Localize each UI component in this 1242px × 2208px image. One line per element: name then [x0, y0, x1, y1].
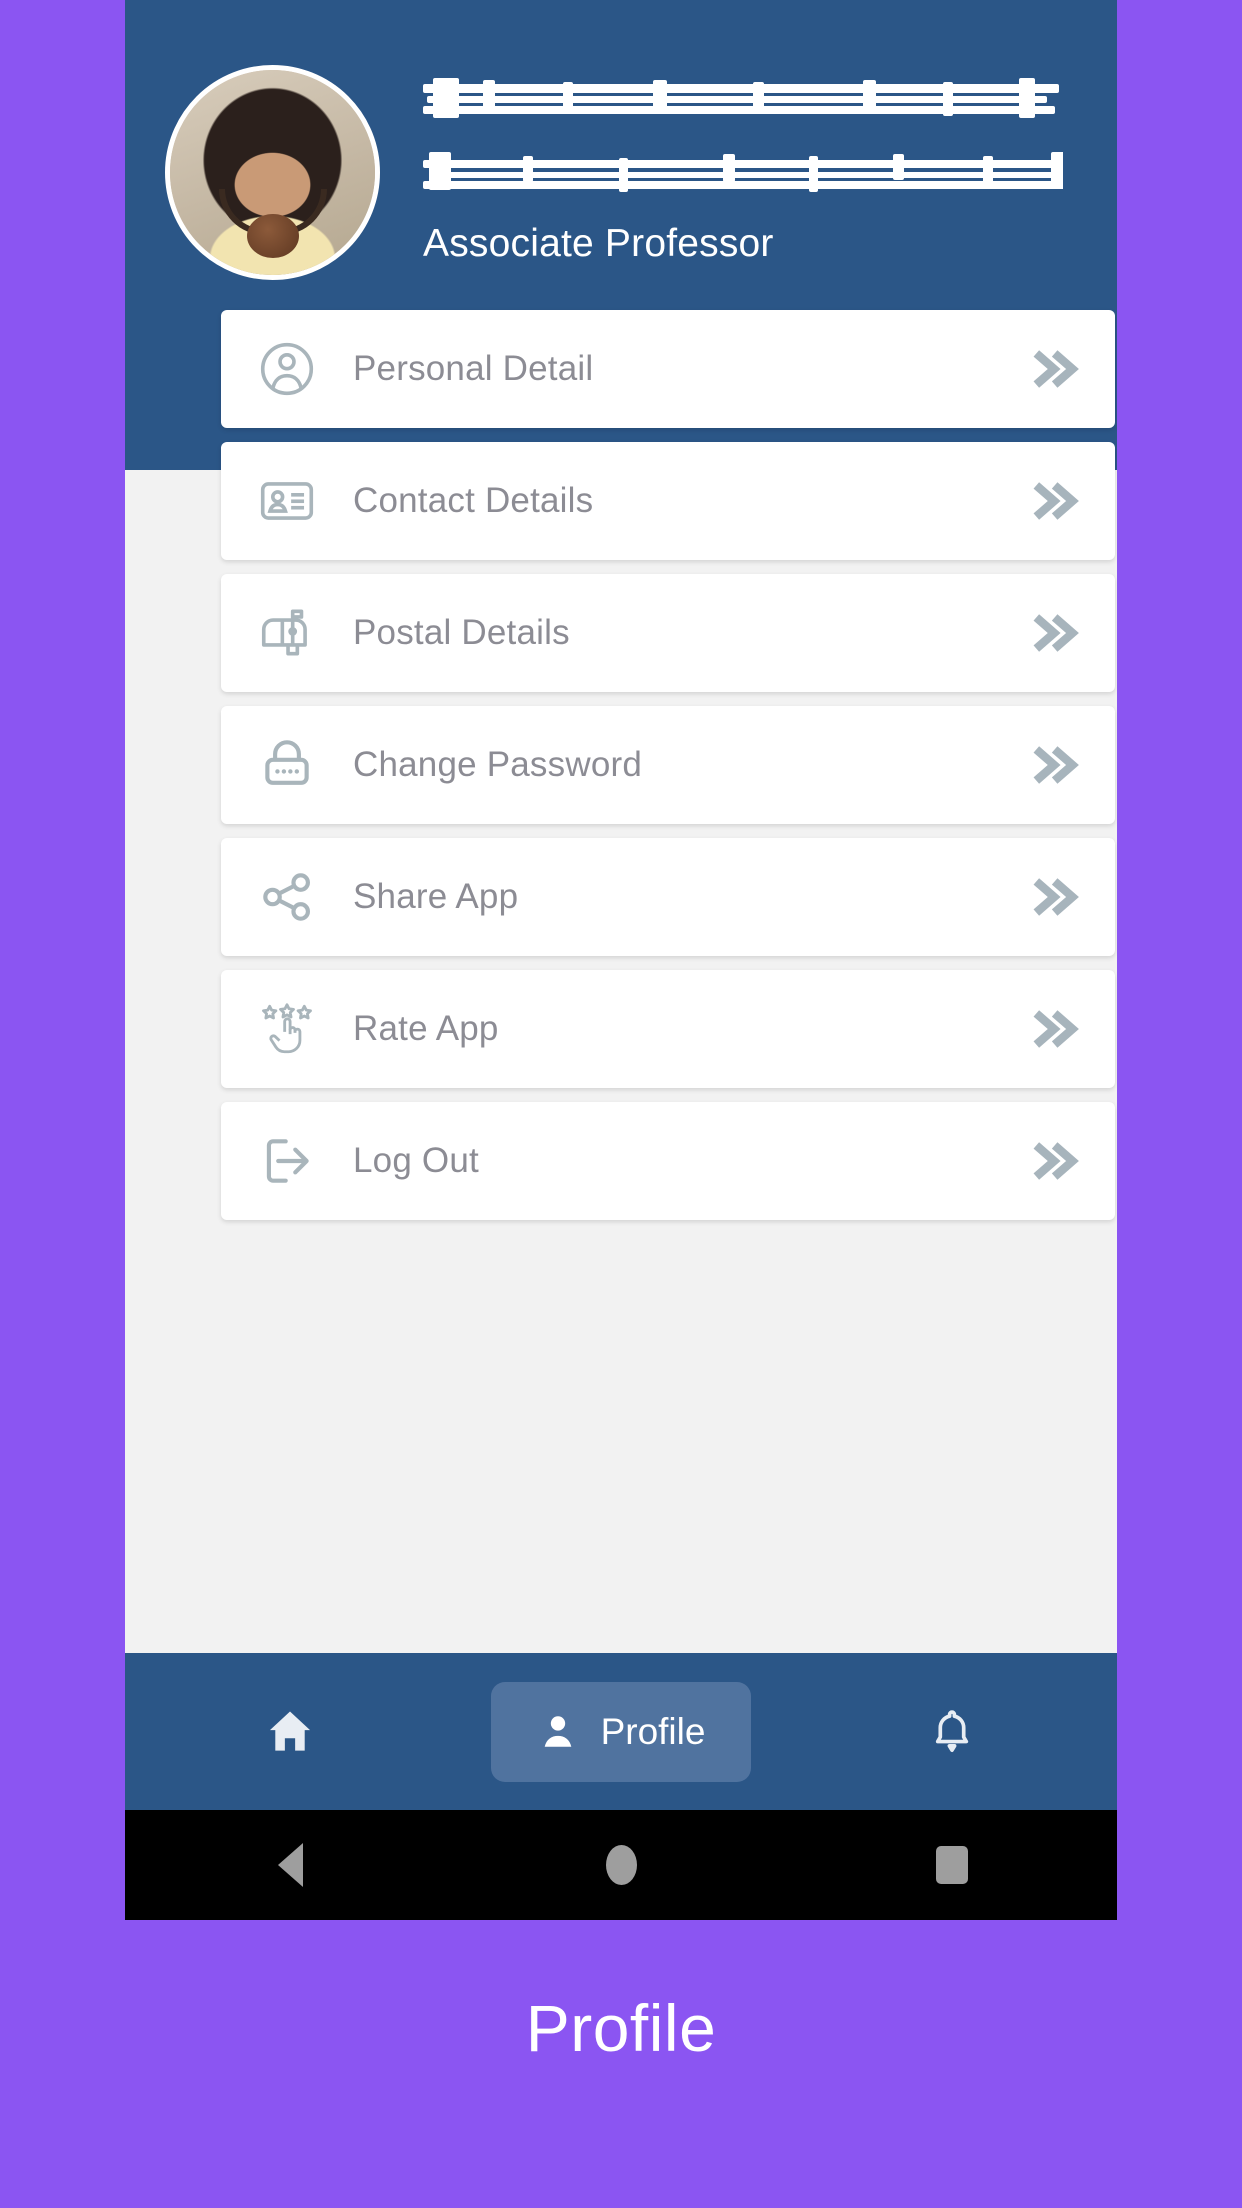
double-chevron-right-icon[interactable]	[997, 1007, 1115, 1051]
menu-item-postal-details[interactable]: Postal Details	[221, 574, 1115, 692]
menu-item-label: Share App	[353, 877, 519, 916]
screen: Associate Professor Personal Detail Cont…	[0, 0, 1242, 2208]
mailbox-icon	[221, 602, 353, 664]
double-chevron-right-icon[interactable]	[997, 347, 1115, 391]
active-tab-pill[interactable]: Profile	[490, 1681, 752, 1782]
double-chevron-right-icon[interactable]	[997, 1139, 1115, 1183]
bottom-navigation: Profile	[125, 1653, 1117, 1810]
user-role: Associate Professor	[423, 222, 774, 265]
avatar-pendant	[246, 213, 299, 258]
back-triangle-icon[interactable]	[125, 1843, 456, 1887]
person-icon	[537, 1708, 579, 1756]
menu-item-label: Change Password	[353, 745, 642, 784]
nav-item-home[interactable]	[125, 1653, 456, 1810]
settings-menu: Personal Detail Contact Details Postal D…	[125, 310, 1117, 1234]
menu-item-label: Postal Details	[353, 613, 570, 652]
menu-item-label: Log Out	[353, 1141, 479, 1180]
padlock-icon	[221, 734, 353, 796]
home-circle-icon[interactable]	[456, 1845, 787, 1885]
menu-item-rate-app[interactable]: Rate App	[221, 970, 1115, 1088]
menu-item-log-out[interactable]: Log Out	[221, 1102, 1115, 1220]
nav-item-label: Profile	[600, 1710, 706, 1752]
menu-item-label: Contact Details	[353, 481, 594, 520]
double-chevron-right-icon[interactable]	[997, 875, 1115, 919]
user-email-redacted	[423, 150, 1063, 196]
bell-icon	[926, 1705, 978, 1759]
menu-item-label: Personal Detail	[353, 349, 594, 388]
identity-block: Associate Professor	[423, 78, 1063, 266]
menu-item-label: Rate App	[353, 1009, 499, 1048]
redaction-scribble-icon	[423, 150, 1063, 196]
home-icon	[262, 1704, 318, 1760]
nav-item-profile[interactable]: Profile	[456, 1653, 787, 1810]
user-name-redacted	[423, 78, 1063, 124]
menu-item-personal-detail[interactable]: Personal Detail	[221, 310, 1115, 428]
android-system-bar	[125, 1810, 1117, 1920]
avatar[interactable]	[165, 65, 380, 280]
double-chevron-right-icon[interactable]	[997, 611, 1115, 655]
redaction-scribble-icon	[423, 78, 1063, 124]
person-circle-icon	[221, 338, 353, 400]
rate-stars-hand-icon	[221, 998, 353, 1060]
phone-screen: Associate Professor Personal Detail Cont…	[125, 0, 1117, 1920]
double-chevron-right-icon[interactable]	[997, 743, 1115, 787]
menu-item-share-app[interactable]: Share App	[221, 838, 1115, 956]
nav-item-notifications[interactable]	[786, 1653, 1117, 1810]
logout-arrow-icon	[221, 1130, 353, 1192]
id-card-icon	[221, 470, 353, 532]
page-title: Profile	[525, 1991, 717, 2065]
recents-square-icon[interactable]	[786, 1846, 1117, 1884]
share-nodes-icon	[221, 866, 353, 928]
double-chevron-right-icon[interactable]	[997, 479, 1115, 523]
menu-item-contact-details[interactable]: Contact Details	[221, 442, 1115, 560]
menu-item-change-password[interactable]: Change Password	[221, 706, 1115, 824]
